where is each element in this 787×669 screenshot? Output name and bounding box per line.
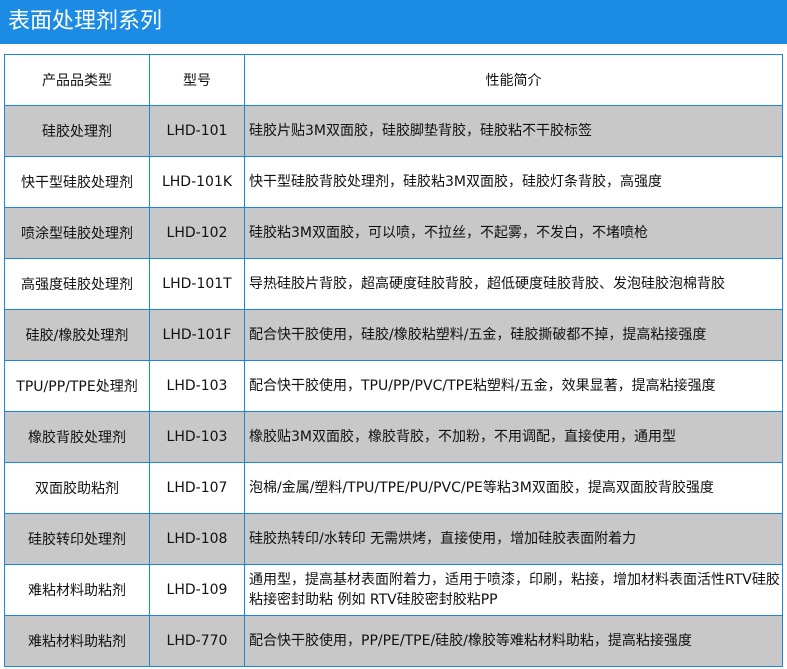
model-cell: LHD-107	[149, 462, 245, 514]
model-cell: LHD-109	[149, 564, 245, 616]
description-cell: 硅胶粘3M双面胶，可以喷，不拉丝，不起雾，不发白，不堵喷枪	[244, 207, 783, 259]
table-row: 硅胶/橡胶处理剂 LHD-101F 配合快干胶使用，硅胶/橡胶粘塑料/五金，硅胶…	[4, 309, 783, 361]
description-cell: 泡棉/金属/塑料/TPU/TPE/PU/PVC/PE等粘3M双面胶，提高双面胶背…	[244, 462, 783, 514]
product-type-cell: 硅胶转印处理剂	[4, 513, 150, 565]
description-cell: 硅胶热转印/水转印 无需烘烤，直接使用，增加硅胶表面附着力	[244, 513, 783, 565]
product-type-cell: 双面胶助粘剂	[4, 462, 150, 514]
table-row: 硅胶转印处理剂 LHD-108 硅胶热转印/水转印 无需烘烤，直接使用，增加硅胶…	[4, 513, 783, 565]
column-header-product-type: 产品品类型	[4, 54, 150, 106]
description-cell: 橡胶贴3M双面胶，橡胶背胶，不加粉，不用调配，直接使用，通用型	[244, 411, 783, 463]
page-title-banner: 表面处理剂系列	[0, 0, 787, 44]
model-cell: LHD-103	[149, 360, 245, 412]
table-row: 橡胶背胶处理剂 LHD-103 橡胶贴3M双面胶，橡胶背胶，不加粉，不用调配，直…	[4, 411, 783, 463]
model-cell: LHD-101F	[149, 309, 245, 361]
table-header-row: 产品品类型 型号 性能简介	[4, 54, 783, 106]
table-row: 喷涂型硅胶处理剂 LHD-102 硅胶粘3M双面胶，可以喷，不拉丝，不起雾，不发…	[4, 207, 783, 259]
description-cell: 配合快干胶使用，TPU/PP/PVC/TPE粘塑料/五金，效果显著，提高粘接强度	[244, 360, 783, 412]
table-row: 双面胶助粘剂 LHD-107 泡棉/金属/塑料/TPU/TPE/PU/PVC/P…	[4, 462, 783, 514]
description-cell: 导热硅胶片背胶，超高硬度硅胶背胶，超低硬度硅胶背胶、发泡硅胶泡棉背胶	[244, 258, 783, 310]
product-type-cell: 高强度硅胶处理剂	[4, 258, 150, 310]
description-cell: 配合快干胶使用，PP/PE/TPE/硅胶/橡胶等难粘材料助粘，提高粘接强度	[244, 615, 783, 667]
model-cell: LHD-101K	[149, 156, 245, 208]
column-header-description: 性能简介	[244, 54, 783, 106]
product-type-cell: 喷涂型硅胶处理剂	[4, 207, 150, 259]
table-row: 高强度硅胶处理剂 LHD-101T 导热硅胶片背胶，超高硬度硅胶背胶，超低硬度硅…	[4, 258, 783, 310]
description-cell: 硅胶片贴3M双面胶，硅胶脚垫背胶，硅胶粘不干胶标签	[244, 105, 783, 157]
column-header-model: 型号	[149, 54, 245, 106]
product-type-cell: 难粘材料助粘剂	[4, 615, 150, 667]
product-type-cell: 硅胶/橡胶处理剂	[4, 309, 150, 361]
product-type-cell: 硅胶处理剂	[4, 105, 150, 157]
model-cell: LHD-101T	[149, 258, 245, 310]
table-frame: 产品品类型 型号 性能简介 硅胶处理剂 LHD-101 硅胶片贴3M双面胶，硅胶…	[0, 44, 787, 669]
description-cell: 配合快干胶使用，硅胶/橡胶粘塑料/五金，硅胶撕破都不掉，提高粘接强度	[244, 309, 783, 361]
model-cell: LHD-102	[149, 207, 245, 259]
description-cell: 快干型硅胶背胶处理剂，硅胶粘3M双面胶，硅胶灯条背胶，高强度	[244, 156, 783, 208]
table-row: 难粘材料助粘剂 LHD-770 配合快干胶使用，PP/PE/TPE/硅胶/橡胶等…	[4, 615, 783, 667]
model-cell: LHD-108	[149, 513, 245, 565]
model-cell: LHD-101	[149, 105, 245, 157]
table-row: 快干型硅胶处理剂 LHD-101K 快干型硅胶背胶处理剂，硅胶粘3M双面胶，硅胶…	[4, 156, 783, 208]
table-row: TPU/PP/TPE处理剂 LHD-103 配合快干胶使用，TPU/PP/PVC…	[4, 360, 783, 412]
product-type-cell: 难粘材料助粘剂	[4, 564, 150, 616]
model-cell: LHD-103	[149, 411, 245, 463]
table-row: 硅胶处理剂 LHD-101 硅胶片贴3M双面胶，硅胶脚垫背胶，硅胶粘不干胶标签	[4, 105, 783, 157]
product-type-cell: 快干型硅胶处理剂	[4, 156, 150, 208]
product-table: 产品品类型 型号 性能简介 硅胶处理剂 LHD-101 硅胶片贴3M双面胶，硅胶…	[4, 54, 783, 667]
model-cell: LHD-770	[149, 615, 245, 667]
page-title: 表面处理剂系列	[8, 9, 163, 34]
description-cell: 通用型，提高基材表面附着力，适用于喷漆，印刷，粘接，增加材料表面活性RTV硅胶粘…	[244, 564, 783, 616]
product-type-cell: 橡胶背胶处理剂	[4, 411, 150, 463]
product-type-cell: TPU/PP/TPE处理剂	[4, 360, 150, 412]
table-row: 难粘材料助粘剂 LHD-109 通用型，提高基材表面附着力，适用于喷漆，印刷，粘…	[4, 564, 783, 616]
